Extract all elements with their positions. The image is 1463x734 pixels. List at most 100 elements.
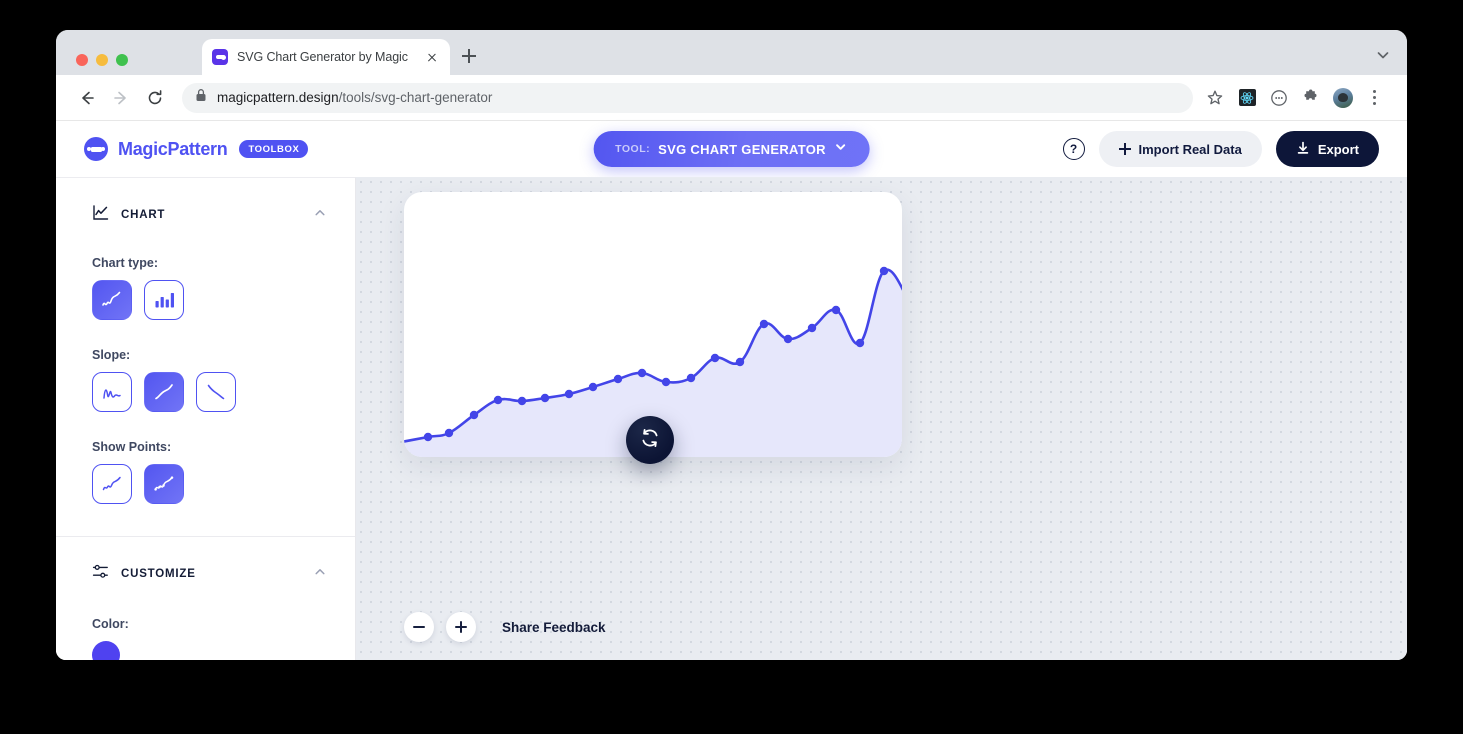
sidebar-section-customize: CUSTOMIZE Color:: [56, 537, 355, 660]
canvas-bottom-bar: Share Feedback: [404, 612, 606, 642]
window-traffic-lights: [76, 54, 128, 66]
address-bar[interactable]: magicpattern.design/tools/svg-chart-gene…: [182, 82, 1193, 113]
export-button[interactable]: Export: [1275, 131, 1379, 167]
sidebar-section-customize-title: CUSTOMIZE: [121, 568, 196, 580]
tab-strip: SVG Chart Generator by Magic: [56, 30, 1407, 75]
new-tab-button[interactable]: [456, 43, 482, 69]
toolbar-icons: [1199, 83, 1391, 113]
show-points-options: [56, 464, 355, 504]
line-chart-option[interactable]: [92, 280, 132, 320]
slope-flat-option[interactable]: [92, 372, 132, 412]
show-points-label: Show Points:: [92, 440, 172, 454]
chart-data-point: [423, 432, 433, 442]
back-arrow-icon[interactable]: [72, 83, 102, 113]
chart-data-point: [710, 353, 720, 363]
sliders-icon: [92, 563, 109, 585]
chart-data-point: [783, 334, 793, 344]
magicpattern-logo-icon: [84, 137, 108, 161]
reload-icon[interactable]: [140, 83, 170, 113]
tool-selector[interactable]: TOOL: SVG CHART GENERATOR: [593, 131, 870, 167]
chart-data-point: [493, 395, 503, 405]
brand-name: MagicPattern: [118, 138, 228, 159]
circle-dots-icon[interactable]: [1263, 83, 1295, 113]
url-path: /tools/svg-chart-generator: [338, 90, 493, 105]
points-shown-option[interactable]: [144, 464, 184, 504]
tool-selector-value: SVG CHART GENERATOR: [658, 141, 826, 157]
close-tab-icon[interactable]: [424, 49, 440, 65]
app-root: MagicPattern TOOLBOX TOOL: SVG CHART GEN…: [56, 121, 1407, 660]
color-swatch[interactable]: [92, 641, 120, 660]
bar-chart-option[interactable]: [144, 280, 184, 320]
chevron-up-icon-customize[interactable]: [313, 565, 327, 584]
chart-data-point: [540, 393, 550, 403]
react-icon[interactable]: [1231, 83, 1263, 113]
browser-toolbar: magicpattern.design/tools/svg-chart-gene…: [56, 75, 1407, 121]
zoom-in-button[interactable]: [446, 612, 476, 642]
canvas[interactable]: Share Feedback: [356, 177, 1407, 660]
chart-data-point: [661, 377, 671, 387]
lock-icon: [195, 88, 207, 107]
zoom-out-button[interactable]: [404, 612, 434, 642]
sidebar-section-chart: CHART Chart type: Slope: Show Points:: [56, 178, 355, 537]
puzzle-piece-icon[interactable]: [1295, 83, 1327, 113]
chart-data-point: [879, 266, 889, 276]
chart-data-point: [588, 382, 598, 392]
help-icon[interactable]: ?: [1062, 138, 1085, 160]
close-window-button[interactable]: [76, 54, 88, 66]
import-real-data-button[interactable]: Import Real Data: [1098, 131, 1262, 167]
import-real-data-label: Import Real Data: [1138, 141, 1242, 157]
slope-options: [56, 372, 355, 412]
chart-data-point: [759, 319, 769, 329]
tab-title: SVG Chart Generator by Magic: [237, 50, 408, 64]
browser-window: SVG Chart Generator by Magic magicpatter…: [56, 30, 1407, 660]
slope-up-option[interactable]: [144, 372, 184, 412]
chevron-up-icon[interactable]: [313, 206, 327, 225]
chart-data-point: [517, 396, 527, 406]
kebab-menu-icon[interactable]: [1359, 83, 1391, 113]
forward-arrow-icon[interactable]: [106, 83, 136, 113]
url-host: magicpattern.design: [217, 90, 339, 105]
sidebar-section-chart-header[interactable]: CHART: [56, 178, 355, 226]
sidebar-section-customize-header[interactable]: CUSTOMIZE: [56, 537, 355, 585]
sidebar-section-chart-title: CHART: [121, 209, 166, 221]
header-actions: ? Import Real Data Export: [1062, 131, 1379, 167]
chart-data-point: [564, 389, 574, 399]
url-text: magicpattern.design/tools/svg-chart-gene…: [217, 90, 492, 105]
avatar[interactable]: [1327, 83, 1359, 113]
sidebar: CHART Chart type: Slope: Show Points: CU…: [56, 177, 356, 660]
color-swatch-row: [56, 641, 355, 660]
brand-logo[interactable]: MagicPattern TOOLBOX: [84, 137, 309, 161]
points-hidden-option[interactable]: [92, 464, 132, 504]
regenerate-icon: [639, 427, 661, 454]
maximize-window-button[interactable]: [116, 54, 128, 66]
chart-data-point: [444, 428, 454, 438]
regenerate-button[interactable]: [626, 416, 674, 464]
slope-down-option[interactable]: [196, 372, 236, 412]
chart-data-point: [831, 305, 841, 315]
app-header: MagicPattern TOOLBOX TOOL: SVG CHART GEN…: [56, 121, 1407, 177]
chart-data-point: [637, 368, 647, 378]
share-feedback-link[interactable]: Share Feedback: [502, 620, 606, 635]
chart-data-point: [469, 410, 479, 420]
tab-search-chevron-down-icon[interactable]: [1373, 45, 1393, 65]
app-body: CHART Chart type: Slope: Show Points: CU…: [56, 177, 1407, 660]
chevron-down-icon: [834, 140, 848, 159]
chart-data-point: [613, 374, 623, 384]
slope-label: Slope:: [92, 348, 131, 362]
chart-data-point: [807, 323, 817, 333]
brand-badge: TOOLBOX: [239, 140, 309, 158]
star-icon[interactable]: [1199, 83, 1231, 113]
color-label: Color:: [92, 617, 129, 631]
favicon-icon: [212, 49, 228, 65]
plus-icon: [1118, 143, 1131, 155]
browser-tab[interactable]: SVG Chart Generator by Magic: [202, 39, 450, 75]
line-chart-icon: [92, 204, 109, 226]
chart-data-point: [855, 338, 865, 348]
chart-data-point: [735, 357, 745, 367]
chart-type-label: Chart type:: [92, 256, 158, 270]
tool-selector-label: TOOL:: [615, 143, 651, 155]
minimize-window-button[interactable]: [96, 54, 108, 66]
chart-type-options: [56, 280, 355, 320]
download-icon: [1296, 141, 1310, 158]
export-label: Export: [1317, 141, 1359, 157]
